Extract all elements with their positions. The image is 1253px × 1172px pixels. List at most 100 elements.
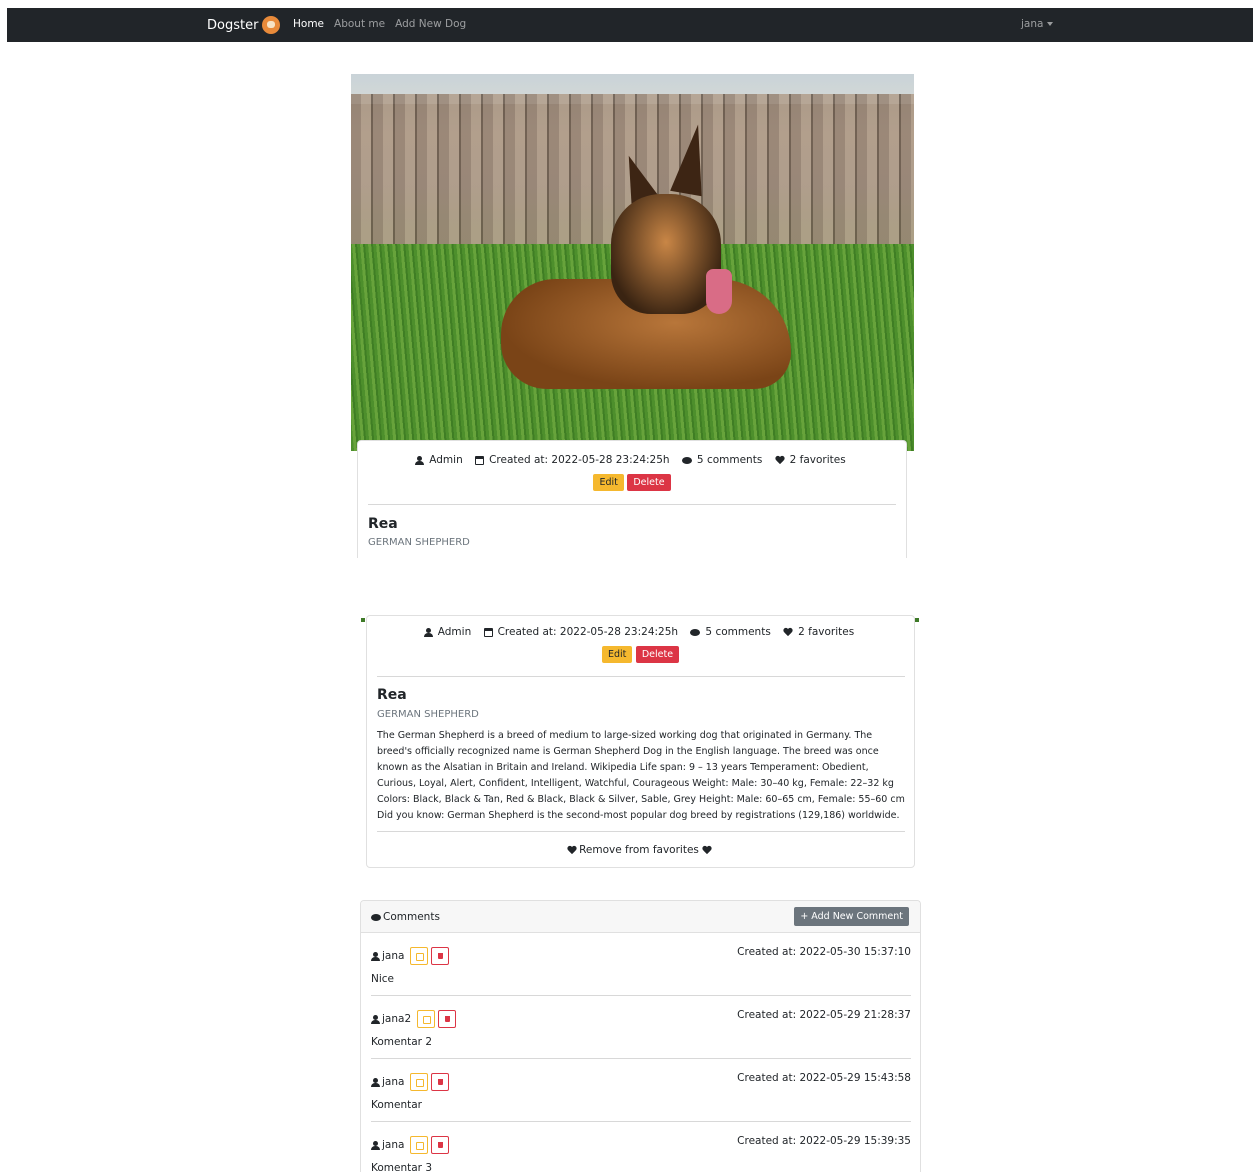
divider [377,676,905,677]
edit-comment-button[interactable] [410,1136,429,1154]
image-edge-marker [361,618,365,622]
heart-icon [702,846,712,855]
meta-favorites: 2 favorites [783,626,857,638]
comment-author-name: jana [382,950,405,962]
comment-item: jana Created at: 2022-05-29 15:39:35 Kom… [371,1122,911,1172]
author-name: Admin [437,626,472,638]
delete-comment-button[interactable] [431,1073,450,1091]
created-date: Created at: 2022-05-28 23:24:25h [497,626,679,638]
user-icon [371,1014,380,1024]
comment-created: Created at: 2022-05-29 15:43:58 [737,1072,911,1084]
comment-text: Komentar 3 [371,1162,433,1172]
dog-breed: GERMAN SHEPHERD [377,709,479,720]
photo-dog-head [611,194,721,314]
delete-comment-button[interactable] [438,1010,457,1028]
meta-author: Admin [423,626,474,638]
dog-card-summary: Admin Created at: 2022-05-28 23:24:25h 5… [357,440,907,558]
edit-button[interactable]: Edit [593,474,624,491]
favorite-action-label[interactable]: Remove from favorites [579,844,699,856]
divider [368,504,896,505]
comment-item: jana Created at: 2022-05-30 15:37:10 Nic… [371,933,911,996]
add-comment-button[interactable]: + Add New Comment [794,907,909,926]
comment-author: jana [371,1073,450,1091]
comment-author: jana2 [371,1010,457,1028]
dog-meta: Admin Created at: 2022-05-28 23:24:25h 5… [358,454,906,466]
divider [377,831,905,832]
caret-down-icon [1047,22,1054,26]
dog-breed: GERMAN SHEPHERD [368,537,470,548]
user-icon [371,951,380,961]
user-icon [371,1077,380,1087]
comment-created: Created at: 2022-05-29 15:39:35 [737,1135,911,1147]
navbar: Dogster Home About me Add New Dog jana [7,8,1253,42]
comment-created: Created at: 2022-05-30 15:37:10 [737,946,911,958]
comment-text: Nice [371,973,395,985]
dog-name: Rea [377,687,407,703]
comments-icon [690,628,701,636]
comments-title-label: Comments [383,911,440,923]
comment-item: jana Created at: 2022-05-29 15:43:58 Kom… [371,1059,911,1122]
comment-text: Komentar [371,1099,422,1111]
nav-home[interactable]: Home [293,18,324,30]
created-date: Created at: 2022-05-28 23:24:25h [489,454,670,466]
calendar-icon [483,627,493,637]
comment-author-name: jana [382,1139,405,1151]
user-name[interactable]: jana [1021,18,1043,30]
meta-author: Admin [415,454,465,466]
comment-item: jana2 Created at: 2022-05-29 21:28:37 Ko… [371,996,911,1059]
delete-button[interactable]: Delete [635,646,680,663]
delete-button[interactable]: Delete [627,474,671,491]
edit-button[interactable]: Edit [601,646,633,663]
heart-icon [567,846,577,855]
comment-icon [371,913,381,921]
action-buttons: Edit Delete [358,474,906,491]
comment-author: jana [371,947,450,965]
dog-logo-icon [262,16,281,34]
nav-about-me[interactable]: About me [334,18,385,30]
image-edge-marker [915,618,919,622]
brand-name[interactable]: Dogster [207,18,258,33]
comment-author-name: jana2 [382,1013,412,1025]
favorites-count: 2 favorites [798,626,855,638]
edit-comment-button[interactable] [410,947,429,965]
nav-links: Home About me Add New Dog [293,18,466,30]
delete-comment-button[interactable] [431,1136,450,1154]
dog-description: The German Shepherd is a breed of medium… [377,730,905,821]
calendar-icon [475,455,485,465]
action-buttons: Edit Delete [367,646,914,663]
user-icon [415,455,425,465]
edit-comment-button[interactable] [417,1010,436,1028]
comments-header: Comments + Add New Comment [361,901,920,933]
dog-name: Rea [368,516,398,532]
delete-comment-button[interactable] [431,947,450,965]
comment-author: jana [371,1136,450,1154]
comments-title: Comments [371,911,440,923]
brand[interactable]: Dogster [207,16,281,34]
comment-author-name: jana [382,1076,405,1088]
comments-panel: Comments + Add New Comment jana Created … [360,900,921,1172]
nav-add-new-dog[interactable]: Add New Dog [395,18,466,30]
dog-meta: Admin Created at: 2022-05-28 23:24:25h 5… [367,626,914,638]
comment-created: Created at: 2022-05-29 21:28:37 [737,1009,911,1021]
comment-text: Komentar 2 [371,1036,433,1048]
meta-comments: 5 comments [681,454,765,466]
user-icon [423,627,433,637]
meta-created: Created at: 2022-05-28 23:24:25h [483,626,682,638]
user-dropdown[interactable]: jana [1021,18,1054,30]
heart-icon [783,628,793,637]
dog-photo [351,74,914,451]
favorites-count: 2 favorites [789,454,846,466]
remove-favorite-button[interactable]: Remove from favorites [367,844,914,856]
comments-icon [681,456,692,464]
comments-count: 5 comments [705,626,771,638]
heart-icon [775,456,785,465]
dog-card-details: Admin Created at: 2022-05-28 23:24:25h 5… [366,615,915,868]
user-icon [371,1140,380,1150]
author-name: Admin [429,454,463,466]
edit-comment-button[interactable] [410,1073,429,1091]
photo-dog-tongue [706,269,732,314]
meta-comments: 5 comments [690,626,773,638]
meta-created: Created at: 2022-05-28 23:24:25h [475,454,673,466]
meta-favorites: 2 favorites [775,454,849,466]
comments-count: 5 comments [696,454,763,466]
